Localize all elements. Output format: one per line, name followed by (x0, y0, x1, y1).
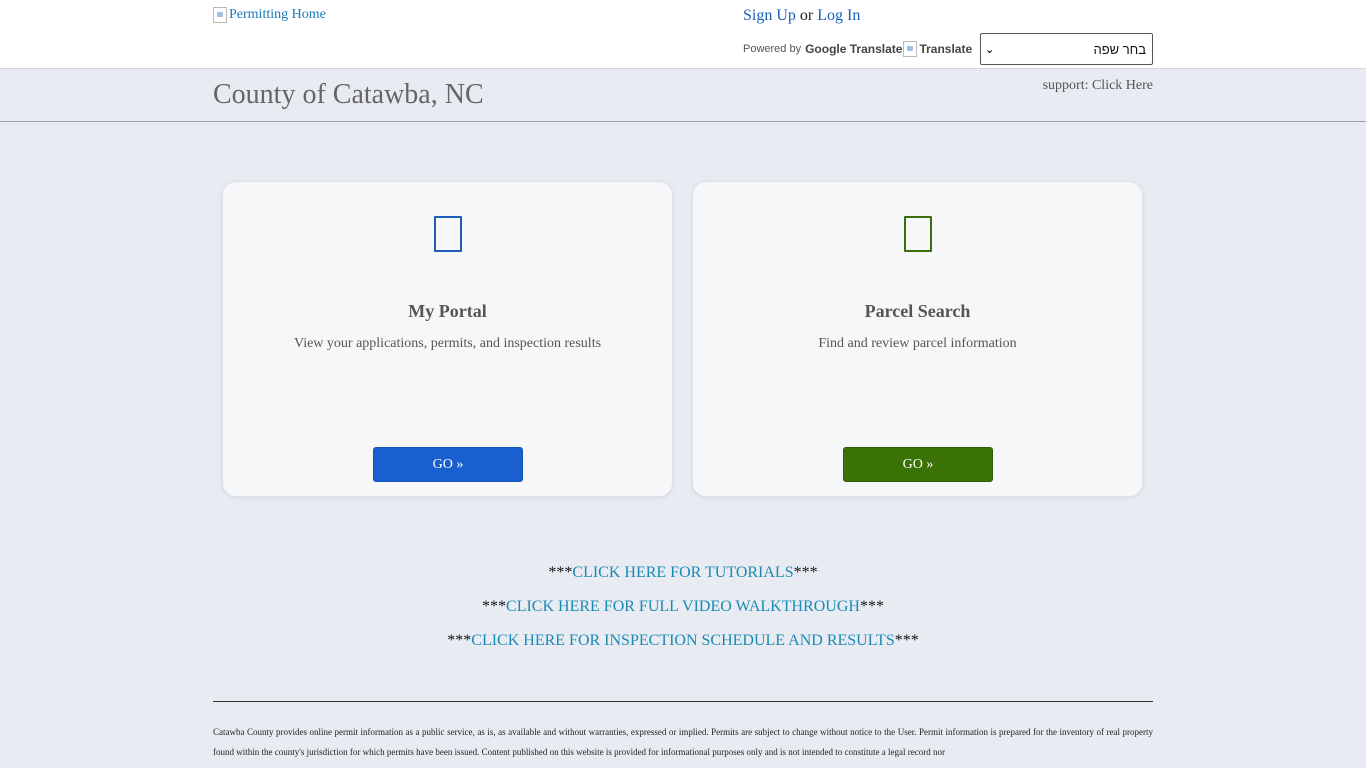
auth-or-text: or (795, 7, 818, 24)
powered-by-text: Powered by (743, 43, 802, 55)
parcel-search-title: Parcel Search (864, 301, 971, 321)
tutorials-line: ***CLICK HERE FOR TUTORIALS*** (0, 563, 1366, 597)
my-portal-go-button[interactable]: GO » (373, 447, 523, 482)
footer-divider (213, 701, 1153, 702)
my-portal-title: My Portal (408, 301, 487, 321)
stars-text: *** (859, 598, 884, 615)
stars-text: *** (548, 564, 573, 581)
document-icon (434, 216, 462, 252)
support-click-here-link[interactable]: Click Here (1092, 78, 1153, 93)
parcel-search-description: Find and review parcel information (818, 336, 1017, 351)
my-portal-description: View your applications, permits, and ins… (293, 336, 602, 351)
translate-text: Translate (919, 42, 973, 56)
video-walkthrough-link[interactable]: CLICK HERE FOR FULL VIDEO WALKTHROUGH (506, 598, 860, 615)
chevron-down-icon: ⌄ (985, 43, 995, 56)
stars-text: *** (894, 632, 919, 649)
translate-label: Translate (902, 41, 972, 57)
auth-links: Sign Up or Log In (743, 7, 860, 25)
my-portal-card: My Portal View your applications, permit… (222, 181, 673, 497)
google-translate-attribution: Powered by Google Translate Translate (743, 33, 972, 65)
inspection-schedule-link[interactable]: CLICK HERE FOR INSPECTION SCHEDULE AND R… (471, 632, 894, 649)
parcel-search-card: Parcel Search Find and review parcel inf… (692, 181, 1143, 497)
google-translate-link[interactable]: Google Translate (805, 42, 902, 56)
stars-text: *** (793, 564, 818, 581)
sign-up-link[interactable]: Sign Up (743, 7, 796, 24)
permitting-home-link[interactable]: Permitting Home (213, 7, 326, 23)
log-in-link[interactable]: Log In (817, 7, 860, 24)
broken-image-icon (213, 7, 227, 23)
language-select-value: בחר שפה (1093, 41, 1146, 57)
translate-logo-icon (903, 41, 918, 57)
language-select[interactable]: ⌄ בחר שפה (980, 33, 1153, 65)
map-icon (904, 216, 932, 252)
inspection-line: ***CLICK HERE FOR INSPECTION SCHEDULE AN… (0, 631, 1366, 665)
parcel-search-go-button[interactable]: GO » (843, 447, 993, 482)
support-label: support: (1042, 78, 1092, 93)
stars-text: *** (482, 598, 507, 615)
disclaimer-text: Catawba County provides online permit in… (213, 727, 1153, 757)
tutorials-link[interactable]: CLICK HERE FOR TUTORIALS (572, 564, 793, 581)
walkthrough-line: ***CLICK HERE FOR FULL VIDEO WALKTHROUGH… (0, 597, 1366, 631)
page-title: County of Catawba, NC (213, 79, 484, 110)
support-link-area: support: Click Here (1043, 78, 1153, 94)
permitting-home-alt-text: Permitting Home (229, 7, 326, 22)
stars-text: *** (447, 632, 472, 649)
top-bar: Permitting Home Sign Up or Log In Powere… (0, 0, 1366, 69)
county-header: County of Catawba, NC support: Click Her… (0, 70, 1366, 122)
help-links: ***CLICK HERE FOR TUTORIALS*** ***CLICK … (0, 563, 1366, 665)
